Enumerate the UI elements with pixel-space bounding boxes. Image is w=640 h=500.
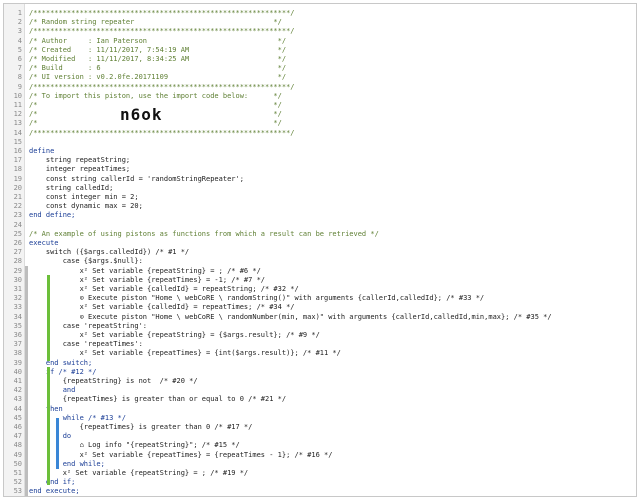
code-viewer: 1/**************************************… [3,3,637,497]
execute-block-bar [25,266,28,496]
code-text: end execute; [29,487,80,496]
switch-block-bar [47,275,50,361]
line-number: 53 [13,487,22,496]
import-code: n6ok [120,105,163,124]
while-block-bar [56,418,59,469]
if-block-bar [47,367,50,485]
code-line: 53 end execute; [4,486,636,496]
